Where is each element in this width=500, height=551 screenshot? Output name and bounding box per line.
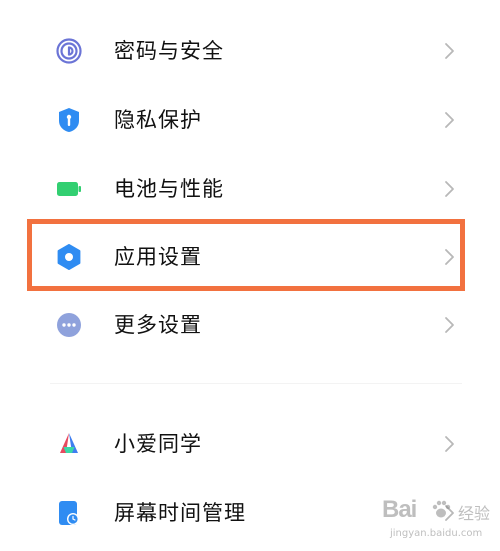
settings-item-xiaoai[interactable]: 小爱同学 xyxy=(0,409,500,477)
watermark: Bai 经验 jingyan.baidu.com xyxy=(382,494,494,544)
more-dots-icon xyxy=(56,312,82,338)
settings-item-privacy[interactable]: 隐私保护 xyxy=(0,85,500,153)
xiaoai-icon xyxy=(56,431,82,457)
fingerprint-icon xyxy=(56,38,82,64)
settings-item-label: 屏幕时间管理 xyxy=(114,501,246,525)
chevron-right-icon xyxy=(441,110,457,130)
chevron-right-icon xyxy=(441,179,457,199)
screen-time-icon xyxy=(56,500,82,526)
chevron-right-icon xyxy=(441,41,457,61)
settings-item-battery-performance[interactable]: 电池与性能 xyxy=(0,154,500,222)
watermark-url: jingyan.baidu.com xyxy=(390,528,483,539)
settings-item-password-security[interactable]: 密码与安全 xyxy=(0,16,500,84)
shield-icon xyxy=(56,107,82,133)
paw-icon xyxy=(432,500,451,518)
settings-item-label: 更多设置 xyxy=(114,313,202,337)
watermark-brand: Bai xyxy=(382,496,417,523)
settings-item-label: 小爱同学 xyxy=(114,432,202,456)
settings-item-label: 密码与安全 xyxy=(114,39,224,63)
section-divider xyxy=(50,383,462,384)
settings-item-label: 隐私保护 xyxy=(114,108,202,132)
settings-item-label: 电池与性能 xyxy=(114,177,224,201)
battery-icon xyxy=(56,176,82,202)
chevron-right-icon xyxy=(441,434,457,454)
highlight-box xyxy=(27,219,465,291)
chevron-right-icon xyxy=(441,315,457,335)
settings-item-more-settings[interactable]: 更多设置 xyxy=(0,290,500,358)
watermark-suffix: 经验 xyxy=(458,504,491,523)
